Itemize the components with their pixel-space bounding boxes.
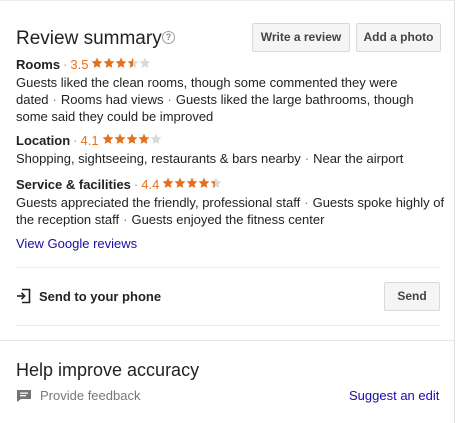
category-description: Shopping, sightseeing, restaurants & bar…: [16, 150, 446, 167]
review-summary-header: Review summary ? Write a review Add a ph…: [16, 22, 441, 54]
star-icon: [116, 57, 127, 68]
category-score: 3.5: [70, 57, 89, 72]
separator-dot: ·: [133, 177, 139, 192]
top-divider: [0, 0, 454, 1]
star-icon: [174, 177, 186, 188]
category-name: Rooms: [16, 57, 61, 72]
review-card: Review summary ? Write a review Add a ph…: [0, 0, 457, 423]
review-highlight: Guests enjoyed the fitness center: [131, 212, 325, 227]
separator-dot: ·: [167, 92, 172, 107]
star-icon: [114, 133, 125, 144]
help-circle-icon[interactable]: ?: [162, 31, 175, 44]
provide-feedback-link[interactable]: Provide feedback: [40, 388, 140, 403]
star-icon: [140, 57, 151, 68]
category-heading: Rooms · 3.5: [16, 56, 446, 74]
star-icon: [198, 177, 210, 188]
star-rating: [162, 177, 222, 194]
review-highlight: Guests appreciated the friendly, profess…: [16, 195, 301, 210]
review-highlight: Near the airport: [313, 151, 404, 166]
star-rating: [91, 57, 151, 74]
separator-dot: ·: [123, 212, 128, 227]
review-highlight: Shopping, sightseeing, restaurants & bar…: [16, 151, 301, 166]
star-rating: [102, 133, 162, 150]
category-score: 4.4: [141, 177, 160, 192]
star-icon: [210, 177, 222, 188]
section-divider: [0, 340, 454, 341]
add-photo-button[interactable]: Add a photo: [356, 23, 441, 52]
star-icon: [186, 177, 198, 188]
separator-dot: ·: [304, 195, 309, 210]
category-heading: Location · 4.1: [16, 132, 446, 150]
suggest-edit-link[interactable]: Suggest an edit: [349, 388, 439, 403]
star-icon: [138, 133, 149, 144]
separator-dot: ·: [63, 57, 68, 72]
send-to-device-icon: [17, 288, 31, 304]
star-icon: [162, 177, 174, 188]
review-highlight: Rooms had views: [60, 92, 164, 107]
divider: [16, 267, 440, 268]
category-name: Location: [16, 133, 71, 148]
feedback-icon[interactable]: [16, 389, 32, 403]
category-heading: Service & facilities · 4.4: [16, 176, 446, 194]
category-service-facilities: Service & facilities · 4.4 Guests apprecia…: [16, 176, 446, 228]
write-review-button[interactable]: Write a review: [252, 23, 350, 52]
star-icon: [102, 133, 113, 144]
separator-dot: ·: [73, 133, 78, 148]
category-name: Service & facilities: [16, 177, 131, 192]
send-to-phone-row: Send to your phone Send: [16, 282, 440, 312]
separator-dot: ·: [52, 92, 57, 107]
help-improve-title: Help improve accuracy: [16, 360, 200, 380]
divider: [16, 325, 440, 326]
view-google-reviews-link[interactable]: View Google reviews: [16, 236, 137, 251]
star-icon: [92, 57, 103, 68]
separator-dot: ·: [304, 151, 310, 166]
category-score: 4.1: [80, 133, 99, 148]
review-summary-title: Review summary: [16, 28, 162, 49]
send-to-phone-label: Send to your phone: [39, 289, 162, 304]
category-location: Location · 4.1 Shopping, sightseeing, rest…: [16, 132, 446, 167]
star-icon: [128, 57, 139, 68]
send-button[interactable]: Send: [384, 282, 440, 311]
card-edge: [454, 0, 455, 423]
category-description: Guests appreciated the friendly, profess…: [16, 194, 446, 228]
star-icon: [126, 133, 137, 144]
category-rooms: Rooms · 3.5 Guests liked the clean rooms, …: [16, 56, 446, 125]
star-icon: [150, 133, 161, 144]
category-description: Guests liked the clean rooms, though som…: [16, 74, 446, 125]
star-icon: [104, 57, 115, 68]
